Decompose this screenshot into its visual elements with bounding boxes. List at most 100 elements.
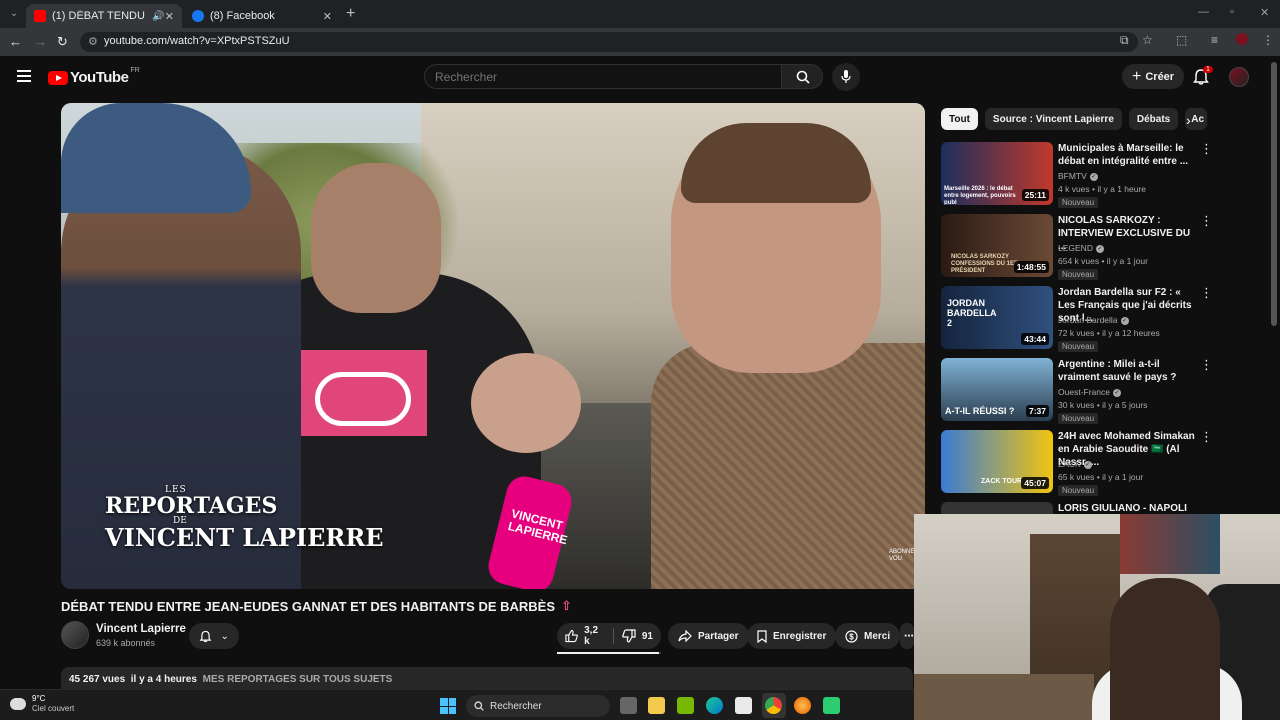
forward-icon[interactable]: → [34, 34, 47, 49]
recommendation-item[interactable]: NICOLAS SARKOZY CONFESSIONS DU 1ER PRÉSI… [941, 214, 1213, 280]
facebook-favicon-icon [192, 10, 204, 22]
new-tab-icon[interactable]: + [346, 5, 355, 23]
minimize-icon[interactable]: — [1198, 6, 1209, 18]
bookmark-star-icon[interactable]: ☆ [1142, 33, 1153, 47]
recommendation-title[interactable]: LORIS GIULIANO - NAPOLI [1058, 502, 1196, 514]
save-button[interactable]: Enregistrer [747, 623, 837, 649]
recommendation-channel[interactable]: Jordan Bardella ✓ [1058, 315, 1129, 325]
close-window-icon[interactable]: ✕ [1260, 6, 1269, 19]
recommendation-item[interactable]: JORDAN BARDELLA 2 43:44 Jordan Bardella … [941, 286, 1213, 352]
super-thanks-icon: $ [845, 629, 858, 643]
tab-search-icon[interactable]: ⌄ [6, 6, 22, 22]
recommendation-title[interactable]: Argentine : Milei a-t-il vraiment sauvé … [1058, 358, 1196, 384]
extensions-icon[interactable]: ⬚ [1176, 33, 1187, 47]
video-thumbnail[interactable]: Marseille 2026 : le débat entre logement… [941, 142, 1053, 205]
more-options-icon[interactable]: ⋮ [1200, 286, 1213, 299]
back-icon[interactable]: ← [9, 34, 22, 49]
task-view-icon[interactable] [620, 697, 637, 714]
recommendation-channel[interactable]: Ouest-France ✓ [1058, 387, 1121, 397]
thumbnail-caption: ZACK TOUR [981, 478, 1023, 485]
search-button[interactable] [781, 64, 823, 89]
chip-source[interactable]: Source : Vincent Lapierre [984, 108, 1122, 130]
speaker-icon[interactable]: 🔊 [152, 11, 164, 22]
maximize-icon[interactable]: ▫ [1230, 6, 1234, 18]
channel-name[interactable]: Vincent Lapierre [96, 623, 186, 635]
browser-menu-icon[interactable]: ⋮ [1262, 33, 1274, 47]
app-icon[interactable] [823, 697, 840, 714]
firefox-icon[interactable] [794, 697, 811, 714]
omnibox[interactable]: ⚙ youtube.com/watch?v=XPtxPSTSZuU [80, 32, 1138, 52]
subscription-bell-button[interactable]: ⌄ [189, 623, 239, 649]
verified-check-icon: ✓ [1089, 172, 1098, 181]
recommendation-item[interactable]: A-T-IL RÉUSSI ? 7:37 Argentine : Milei a… [941, 358, 1213, 424]
profile-icon[interactable] [1236, 33, 1248, 45]
subscribe-watermark[interactable]: ABONNE VOU [889, 549, 915, 563]
recommendation-channel[interactable]: BFMTV ✓ [1058, 171, 1098, 181]
more-options-icon[interactable]: ⋮ [1200, 214, 1213, 227]
youtube-logo[interactable]: YouTube FR [48, 67, 140, 86]
weather-widget[interactable]: 9°C Ciel couvert [10, 694, 74, 714]
reading-list-icon[interactable]: ≡ [1211, 33, 1218, 47]
recommendation-channel[interactable]: ZACK ✓ [1058, 459, 1092, 469]
taskbar-search[interactable]: Rechercher [466, 695, 610, 717]
video-thumbnail[interactable]: A-T-IL RÉUSSI ? 7:37 [941, 358, 1053, 421]
overlay-line-4: VINCENT LAPIERRE [105, 523, 384, 552]
recommendation-item[interactable]: LORIS GIULIANO - NAPOLI [941, 502, 1213, 514]
close-tab-icon[interactable]: ✕ [165, 10, 174, 23]
url-text[interactable]: youtube.com/watch?v=XPtxPSTSZuU [104, 35, 290, 47]
video-thumbnail[interactable]: ZACK TOUR 45:07 [941, 430, 1053, 493]
recommendation-item[interactable]: ZACK TOUR 45:07 24H avec Mohamed Simakan… [941, 430, 1213, 496]
search-input[interactable] [425, 65, 781, 89]
file-explorer-icon[interactable] [648, 697, 665, 714]
recommendation-title[interactable]: Municipales à Marseille: le débat en int… [1058, 142, 1196, 168]
chip-debates[interactable]: Débats [1128, 108, 1179, 130]
microphone-icon [841, 70, 851, 83]
more-options-icon[interactable]: ⋮ [1200, 142, 1213, 155]
recommendation-meta: 65 k vues • il y a 1 jour [1058, 472, 1144, 482]
more-options-icon[interactable]: ⋮ [1200, 430, 1213, 443]
recommendation-item[interactable]: Marseille 2026 : le débat entre logement… [941, 142, 1213, 208]
account-avatar[interactable] [1229, 67, 1249, 87]
video-duration: 45:07 [1021, 477, 1049, 489]
like-button[interactable]: 3,2 k [557, 623, 613, 649]
edge-icon[interactable] [706, 697, 723, 714]
video-thumbnail[interactable]: NICOLAS SARKOZY CONFESSIONS DU 1ER PRÉSI… [941, 214, 1053, 277]
temperature: 9°C [32, 694, 46, 703]
video-thumbnail[interactable] [941, 502, 1053, 514]
close-tab-icon[interactable]: ✕ [323, 10, 332, 23]
tab-youtube[interactable]: (1) DÉBAT TENDU ENTRE JE 🔊 ✕ [26, 4, 182, 28]
video-player[interactable]: VINCENT LAPIERRE LES REPORTAGES DE VINCE… [61, 103, 925, 589]
nvidia-icon[interactable] [677, 697, 694, 714]
reload-icon[interactable]: ↻ [57, 34, 68, 50]
channel-avatar[interactable] [61, 621, 89, 649]
search-field[interactable] [424, 64, 782, 89]
video-duration: 7:37 [1025, 405, 1049, 417]
create-button[interactable]: + Créer [1122, 64, 1185, 89]
svg-text:$: $ [849, 632, 854, 641]
chevron-right-icon[interactable]: › [1186, 112, 1191, 128]
like-dislike-group: 3,2 k 91 [557, 623, 661, 649]
windows-start-icon[interactable] [440, 698, 456, 714]
chip-all[interactable]: Tout [941, 108, 978, 130]
menu-icon[interactable] [17, 70, 31, 82]
verified-check-icon: ✓ [1083, 460, 1092, 469]
store-icon[interactable] [735, 697, 752, 714]
site-info-icon[interactable]: ⚙ [88, 35, 98, 48]
filter-chips: Tout Source : Vincent Lapierre Débats Ac [941, 108, 1214, 130]
dislike-button[interactable]: 91 [614, 623, 661, 649]
more-options-icon[interactable]: ⋮ [1200, 358, 1213, 371]
recommendation-channel[interactable]: LEGEND ✓ [1058, 243, 1104, 253]
chrome-icon[interactable] [765, 697, 782, 714]
browser-tab-strip: ⌄ (1) DÉBAT TENDU ENTRE JE 🔊 ✕ (8) Faceb… [0, 0, 1280, 28]
share-button[interactable]: Partager [668, 623, 749, 649]
more-actions-button[interactable]: ⋯ [900, 623, 914, 649]
cast-icon[interactable]: ⧉ [1120, 33, 1129, 48]
plus-icon: + [1132, 67, 1142, 85]
tab-label: (8) Facebook [210, 10, 275, 22]
video-duration: 1:48:55 [1013, 261, 1049, 273]
thanks-button[interactable]: $ Merci [835, 623, 901, 649]
tab-facebook[interactable]: (8) Facebook ✕ [184, 4, 340, 28]
page-scrollbar[interactable] [1271, 62, 1277, 326]
video-thumbnail[interactable]: JORDAN BARDELLA 2 43:44 [941, 286, 1053, 349]
voice-search-button[interactable] [832, 63, 860, 91]
